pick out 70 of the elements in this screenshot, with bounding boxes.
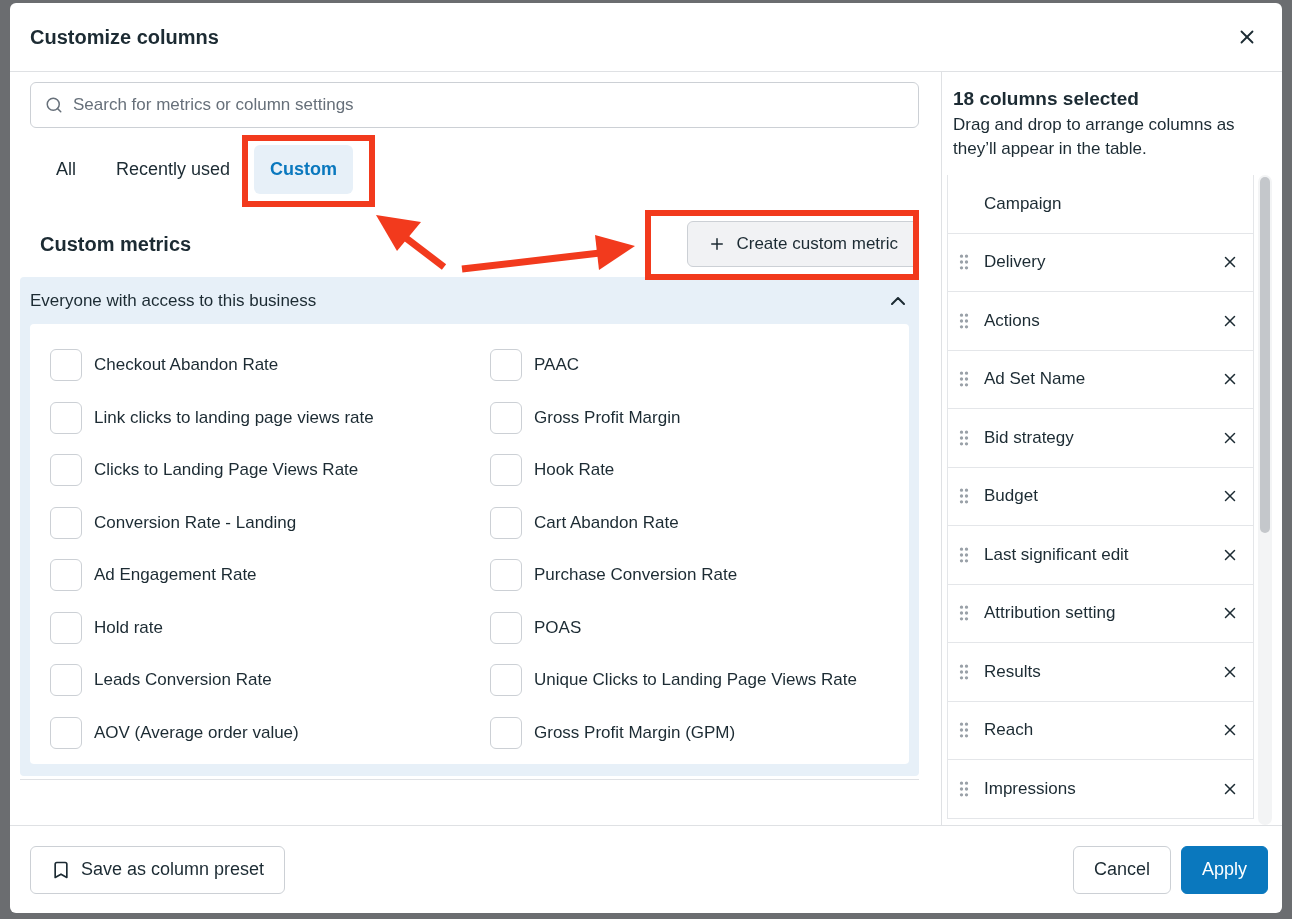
column-row[interactable]: Actions xyxy=(947,292,1254,351)
checkbox[interactable] xyxy=(490,401,522,434)
apply-button[interactable]: Apply xyxy=(1180,845,1268,894)
cancel-button[interactable]: Cancel xyxy=(1072,845,1171,894)
metric-label: Gross Profit Margin (GPM) xyxy=(534,722,736,743)
checkbox[interactable] xyxy=(490,506,522,539)
column-label: Bid strategy xyxy=(984,427,1075,448)
checkbox[interactable] xyxy=(490,611,522,644)
annotation-arrow xyxy=(376,215,447,270)
column-label: Reach xyxy=(984,720,1035,741)
column-row[interactable]: Delivery xyxy=(947,233,1254,292)
tab[interactable]: Custom xyxy=(254,145,354,194)
checkbox[interactable] xyxy=(490,454,522,486)
chevron-up-icon xyxy=(891,296,905,305)
selected-count-title: 18 columns selected xyxy=(953,88,1140,110)
metric-label: Unique Clicks to Landing Page Views Rate xyxy=(534,670,857,690)
metric-label: Conversion Rate - Landing xyxy=(94,512,297,533)
checkbox[interactable] xyxy=(50,559,82,591)
tab[interactable]: Recently used xyxy=(100,145,247,194)
checkbox[interactable] xyxy=(490,349,522,381)
column-label: Delivery xyxy=(984,252,1047,273)
metric-label: Cart Abandon Rate xyxy=(534,512,679,533)
scrollbar-thumb[interactable] xyxy=(1260,177,1270,533)
column-label: Actions xyxy=(984,310,1041,331)
checkbox[interactable] xyxy=(50,611,82,644)
column-label: Impressions xyxy=(984,778,1077,799)
column-label: Results xyxy=(984,661,1042,682)
metric-label: PAAC xyxy=(534,355,580,375)
checkbox[interactable] xyxy=(490,716,522,749)
column-label: Ad Set Name xyxy=(984,369,1087,390)
metric-label: AOV (Average order value) xyxy=(94,722,299,743)
bookmark-icon xyxy=(51,859,71,880)
metric-label: Hold rate xyxy=(94,617,163,638)
metric-label: Purchase Conversion Rate xyxy=(534,565,738,585)
metric-label: Clicks to Landing Page Views Rate xyxy=(94,460,359,480)
checkbox[interactable] xyxy=(50,454,82,486)
metric-label: Ad Engagement Rate xyxy=(94,565,257,585)
save-preset-button[interactable]: Save as column preset xyxy=(30,845,286,894)
checkbox[interactable] xyxy=(50,506,82,539)
checkbox[interactable] xyxy=(490,664,522,696)
column-row[interactable]: Bid strategy xyxy=(947,409,1254,468)
checkbox[interactable] xyxy=(50,401,82,434)
checkbox[interactable] xyxy=(50,664,82,696)
column-row[interactable]: Ad Set Name xyxy=(947,350,1254,409)
panel-description: Drag and drop to arrange columns as they’ll appear in the table. xyxy=(953,114,1236,160)
column-row[interactable]: Budget xyxy=(947,467,1254,526)
column-label: Campaign xyxy=(984,193,1063,214)
checkbox[interactable] xyxy=(490,559,522,591)
metric-label: Hook Rate xyxy=(534,460,615,480)
column-label: Attribution setting xyxy=(984,603,1117,624)
metric-label: Checkout Abandon Rate xyxy=(94,355,279,375)
column-row[interactable]: Reach xyxy=(947,701,1254,760)
group-title: Everyone with access to this business xyxy=(30,290,317,311)
column-row[interactable]: Campaign xyxy=(947,175,1254,234)
tab[interactable]: All xyxy=(40,145,92,194)
column-row[interactable]: Results xyxy=(947,643,1254,702)
dialog-title: Customize columns xyxy=(30,25,219,49)
section-heading: Custom metrics xyxy=(40,232,192,256)
metric-label: Link clicks to landing page views rate xyxy=(94,407,374,428)
metric-label: POAS xyxy=(534,617,582,638)
column-row[interactable]: Impressions xyxy=(947,760,1254,819)
checkbox[interactable] xyxy=(50,716,82,749)
metric-label: Gross Profit Margin xyxy=(534,407,681,428)
checkbox[interactable] xyxy=(50,349,82,381)
search-field[interactable]: Search for metrics or column settings xyxy=(30,82,919,128)
column-label: Budget xyxy=(984,486,1039,507)
column-row[interactable]: Last significant edit xyxy=(947,526,1254,585)
column-label: Last significant edit xyxy=(984,544,1130,565)
metric-label: Leads Conversion Rate xyxy=(94,670,272,690)
column-row[interactable]: Attribution setting xyxy=(947,584,1254,643)
